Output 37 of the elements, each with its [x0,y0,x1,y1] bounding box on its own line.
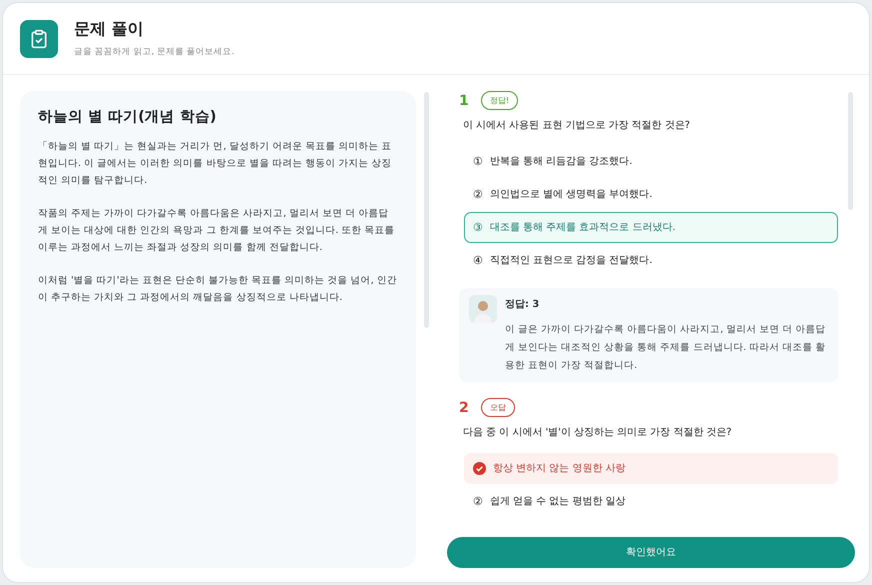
passage-paragraph: 작품의 주제는 가까이 다가갈수록 아름다움은 사라지고, 멀리서 보면 더 아름답게 보이는 대상에 대한 인간의 욕망과 그 한계를 보여주는 것입니다. 또한 목표를 이루는 과정에서 느끼는 좌절과 성장의 의미를 함께 전달합니다. [38,207,396,255]
option-number: ④ [473,254,483,267]
question-number: 1 [459,92,469,108]
answer-option[interactable]: ③ 대조를 통해 주제를 효과적으로 드러냈다. [464,212,838,243]
answer-option[interactable]: ① 반복을 통해 리듬감을 강조했다. [464,146,838,177]
option-text: 항상 변하지 않는 영원한 사랑 [493,462,626,475]
question-number: 2 [459,400,469,416]
option-text: 반복을 통해 리듬감을 강조했다. [490,155,632,168]
answer-option[interactable]: ④ 직접적인 표현으로 감정을 전달했다. [464,245,838,276]
option-text: 대조를 통해 주제를 효과적으로 드러냈다. [490,221,676,234]
passage-paragraph: 이처럼 '별을 따기'라는 표현은 단순히 불가능한 목표를 의미하는 것을 넘어, 인간이 추구하는 가치와 그 과정에서의 깨달음을 상징적으로 나타냅니다. [38,274,398,305]
check-icon [473,462,486,475]
avatar-icon [469,295,497,323]
answer-option[interactable]: 항상 변하지 않는 영원한 사랑 [464,453,838,484]
answer-option[interactable]: ② 의인법으로 별에 생명력을 부여했다. [464,179,838,210]
option-text: 의인법으로 별에 생명력을 부여했다. [490,188,652,201]
scrollbar[interactable] [848,92,853,210]
question-text: 다음 중 이 시에서 '별'이 상징하는 의미로 가장 적절한 것은? [463,426,733,439]
result-badge: 정답! [481,91,518,110]
answer-option[interactable]: ② 쉽게 얻을 수 없는 평범한 일상 [464,486,838,517]
page-title: 문제 풀이 [74,19,145,40]
clipboard-icon [20,20,58,58]
question-text: 이 시에서 사용된 표현 기법으로 가장 적절한 것은? [463,119,691,132]
option-number: ③ [473,221,483,234]
explanation-text: 이 글은 가까이 다가갈수록 아름다움이 사라지고, 멀리서 보면 더 아름답게 보인다는 대조적인 상황을 통해 주제를 드러냅니다. 따라서 대조를 활용한 표현이 가장 적절합니다. [505,323,826,373]
option-number: ② [473,188,483,201]
option-number: ① [473,155,483,168]
answer-label: 정답: 3 [505,298,540,311]
option-text: 직접적인 표현으로 감정을 전달했다. [490,254,652,267]
option-number: ② [473,495,483,508]
option-text: 쉽게 얻을 수 없는 평범한 일상 [490,495,626,508]
result-badge: 오답 [481,398,515,417]
passage-title: 하늘의 별 따기(개념 학습) [38,108,218,126]
page-subtitle: 글을 꼼꼼하게 읽고, 문제를 풀어보세요. [74,46,234,58]
passage-paragraph: 「하늘의 별 따기」는 현실과는 거리가 먼, 달성하기 어려운 목표를 의미하는 표현입니다. 이 글에서는 이러한 의미를 바탕으로 별을 따려는 행동이 가지는 상징적인 의미를 탐구합니다. [38,140,393,188]
scrollbar[interactable] [424,92,429,328]
confirm-button[interactable]: 확인했어요 [447,537,855,568]
